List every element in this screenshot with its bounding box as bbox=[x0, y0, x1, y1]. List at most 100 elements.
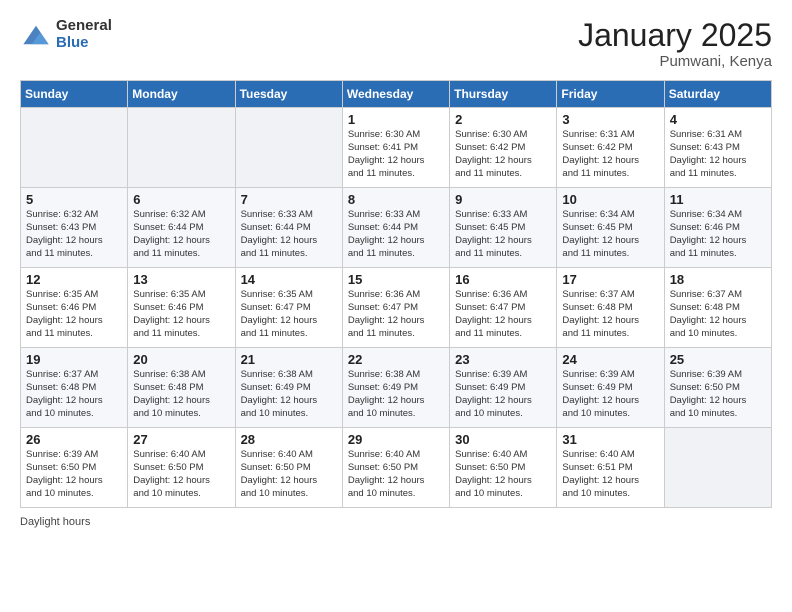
calendar-cell: 29Sunrise: 6:40 AM Sunset: 6:50 PM Dayli… bbox=[342, 428, 449, 508]
day-info: Sunrise: 6:38 AM Sunset: 6:48 PM Dayligh… bbox=[133, 369, 229, 420]
day-info: Sunrise: 6:34 AM Sunset: 6:46 PM Dayligh… bbox=[670, 209, 766, 260]
calendar-cell: 11Sunrise: 6:34 AM Sunset: 6:46 PM Dayli… bbox=[664, 188, 771, 268]
calendar-cell: 4 Sunrise: 6:31 AM Sunset: 6:43 PM Daylig… bbox=[664, 108, 771, 188]
day-info: Sunrise: 6:39 AM Sunset: 6:50 PM Dayligh… bbox=[26, 449, 122, 500]
weekday-header-friday: Friday bbox=[557, 81, 664, 108]
day-info: Sunrise: 6:38 AM Sunset: 6:49 PM Dayligh… bbox=[348, 369, 444, 420]
day-number: 27 bbox=[133, 432, 229, 447]
calendar-cell: 7 Sunrise: 6:33 AM Sunset: 6:44 PM Daylig… bbox=[235, 188, 342, 268]
day-number: 4 bbox=[670, 112, 766, 127]
calendar-cell bbox=[664, 428, 771, 508]
calendar-cell: 30 Sunrise: 6:40 AM Sunset: 6:50 PM Dayli… bbox=[450, 428, 557, 508]
logo-blue-text: Blue bbox=[56, 35, 112, 52]
calendar-week-row: 19Sunrise: 6:37 AM Sunset: 6:48 PM Dayli… bbox=[21, 348, 772, 428]
day-number: 15 bbox=[348, 272, 444, 287]
page: General Blue January 2025 Pumwani, Kenya… bbox=[0, 0, 792, 612]
calendar-cell: 1 Sunrise: 6:30 AM Sunset: 6:41 PM Daylig… bbox=[342, 108, 449, 188]
calendar-cell: 15Sunrise: 6:36 AM Sunset: 6:47 PM Dayli… bbox=[342, 268, 449, 348]
day-number: 23 bbox=[455, 352, 551, 367]
logo-general-text: General bbox=[56, 18, 112, 35]
day-number: 22 bbox=[348, 352, 444, 367]
day-info: Sunrise: 6:38 AM Sunset: 6:49 PM Dayligh… bbox=[241, 369, 337, 420]
calendar-cell: 9 Sunrise: 6:33 AM Sunset: 6:45 PM Daylig… bbox=[450, 188, 557, 268]
month-title: January 2025 bbox=[578, 18, 772, 53]
weekday-header-wednesday: Wednesday bbox=[342, 81, 449, 108]
calendar-week-row: 5 Sunrise: 6:32 AM Sunset: 6:43 PM Daylig… bbox=[21, 188, 772, 268]
day-info: Sunrise: 6:40 AM Sunset: 6:50 PM Dayligh… bbox=[241, 449, 337, 500]
day-number: 16 bbox=[455, 272, 551, 287]
day-number: 14 bbox=[241, 272, 337, 287]
header: General Blue January 2025 Pumwani, Kenya bbox=[20, 18, 772, 70]
day-number: 30 bbox=[455, 432, 551, 447]
calendar-cell: 13 Sunrise: 6:35 AM Sunset: 6:46 PM Dayli… bbox=[128, 268, 235, 348]
weekday-header-sunday: Sunday bbox=[21, 81, 128, 108]
calendar-week-row: 12 Sunrise: 6:35 AM Sunset: 6:46 PM Dayli… bbox=[21, 268, 772, 348]
weekday-header-saturday: Saturday bbox=[664, 81, 771, 108]
day-info: Sunrise: 6:35 AM Sunset: 6:47 PM Dayligh… bbox=[241, 289, 337, 340]
day-info: Sunrise: 6:37 AM Sunset: 6:48 PM Dayligh… bbox=[562, 289, 658, 340]
day-number: 2 bbox=[455, 112, 551, 127]
calendar-cell: 20 Sunrise: 6:38 AM Sunset: 6:48 PM Dayli… bbox=[128, 348, 235, 428]
daylight-label: Daylight hours bbox=[20, 516, 90, 528]
calendar-cell: 25Sunrise: 6:39 AM Sunset: 6:50 PM Dayli… bbox=[664, 348, 771, 428]
calendar-week-row: 1 Sunrise: 6:30 AM Sunset: 6:41 PM Daylig… bbox=[21, 108, 772, 188]
day-info: Sunrise: 6:39 AM Sunset: 6:49 PM Dayligh… bbox=[455, 369, 551, 420]
day-info: Sunrise: 6:32 AM Sunset: 6:43 PM Dayligh… bbox=[26, 209, 122, 260]
day-info: Sunrise: 6:30 AM Sunset: 6:42 PM Dayligh… bbox=[455, 129, 551, 180]
logo-text: General Blue bbox=[56, 18, 112, 51]
calendar-cell: 16 Sunrise: 6:36 AM Sunset: 6:47 PM Dayli… bbox=[450, 268, 557, 348]
day-number: 26 bbox=[26, 432, 122, 447]
footer: Daylight hours bbox=[20, 516, 772, 528]
calendar-week-row: 26 Sunrise: 6:39 AM Sunset: 6:50 PM Dayli… bbox=[21, 428, 772, 508]
day-number: 6 bbox=[133, 192, 229, 207]
day-info: Sunrise: 6:32 AM Sunset: 6:44 PM Dayligh… bbox=[133, 209, 229, 260]
calendar-cell: 5 Sunrise: 6:32 AM Sunset: 6:43 PM Daylig… bbox=[21, 188, 128, 268]
title-block: January 2025 Pumwani, Kenya bbox=[578, 18, 772, 70]
day-number: 1 bbox=[348, 112, 444, 127]
calendar-cell bbox=[21, 108, 128, 188]
day-number: 7 bbox=[241, 192, 337, 207]
weekday-header-monday: Monday bbox=[128, 81, 235, 108]
calendar-cell: 28 Sunrise: 6:40 AM Sunset: 6:50 PM Dayli… bbox=[235, 428, 342, 508]
calendar-cell: 27 Sunrise: 6:40 AM Sunset: 6:50 PM Dayli… bbox=[128, 428, 235, 508]
location-title: Pumwani, Kenya bbox=[578, 53, 772, 70]
day-number: 20 bbox=[133, 352, 229, 367]
day-info: Sunrise: 6:36 AM Sunset: 6:47 PM Dayligh… bbox=[455, 289, 551, 340]
day-number: 9 bbox=[455, 192, 551, 207]
day-number: 10 bbox=[562, 192, 658, 207]
day-number: 24 bbox=[562, 352, 658, 367]
day-info: Sunrise: 6:30 AM Sunset: 6:41 PM Dayligh… bbox=[348, 129, 444, 180]
calendar-cell: 8Sunrise: 6:33 AM Sunset: 6:44 PM Daylig… bbox=[342, 188, 449, 268]
day-info: Sunrise: 6:40 AM Sunset: 6:50 PM Dayligh… bbox=[455, 449, 551, 500]
calendar-cell: 12Sunrise: 6:35 AM Sunset: 6:46 PM Dayli… bbox=[21, 268, 128, 348]
weekday-header-tuesday: Tuesday bbox=[235, 81, 342, 108]
calendar-cell: 19Sunrise: 6:37 AM Sunset: 6:48 PM Dayli… bbox=[21, 348, 128, 428]
day-number: 8 bbox=[348, 192, 444, 207]
calendar-cell: 14 Sunrise: 6:35 AM Sunset: 6:47 PM Dayli… bbox=[235, 268, 342, 348]
calendar-cell: 3Sunrise: 6:31 AM Sunset: 6:42 PM Daylig… bbox=[557, 108, 664, 188]
calendar-cell: 2 Sunrise: 6:30 AM Sunset: 6:42 PM Daylig… bbox=[450, 108, 557, 188]
calendar-cell: 10Sunrise: 6:34 AM Sunset: 6:45 PM Dayli… bbox=[557, 188, 664, 268]
day-info: Sunrise: 6:40 AM Sunset: 6:50 PM Dayligh… bbox=[348, 449, 444, 500]
day-info: Sunrise: 6:35 AM Sunset: 6:46 PM Dayligh… bbox=[133, 289, 229, 340]
day-info: Sunrise: 6:31 AM Sunset: 6:42 PM Dayligh… bbox=[562, 129, 658, 180]
logo-icon bbox=[20, 19, 52, 51]
day-info: Sunrise: 6:33 AM Sunset: 6:44 PM Dayligh… bbox=[241, 209, 337, 260]
calendar-cell: 31Sunrise: 6:40 AM Sunset: 6:51 PM Dayli… bbox=[557, 428, 664, 508]
calendar-cell: 17Sunrise: 6:37 AM Sunset: 6:48 PM Dayli… bbox=[557, 268, 664, 348]
day-number: 12 bbox=[26, 272, 122, 287]
calendar-cell: 24 Sunrise: 6:39 AM Sunset: 6:49 PM Dayli… bbox=[557, 348, 664, 428]
day-info: Sunrise: 6:40 AM Sunset: 6:50 PM Dayligh… bbox=[133, 449, 229, 500]
day-info: Sunrise: 6:31 AM Sunset: 6:43 PM Dayligh… bbox=[670, 129, 766, 180]
calendar-table: SundayMondayTuesdayWednesdayThursdayFrid… bbox=[20, 80, 772, 508]
day-info: Sunrise: 6:39 AM Sunset: 6:49 PM Dayligh… bbox=[562, 369, 658, 420]
day-number: 28 bbox=[241, 432, 337, 447]
day-info: Sunrise: 6:33 AM Sunset: 6:45 PM Dayligh… bbox=[455, 209, 551, 260]
calendar-cell bbox=[235, 108, 342, 188]
day-number: 21 bbox=[241, 352, 337, 367]
day-info: Sunrise: 6:40 AM Sunset: 6:51 PM Dayligh… bbox=[562, 449, 658, 500]
day-number: 13 bbox=[133, 272, 229, 287]
day-number: 5 bbox=[26, 192, 122, 207]
day-number: 25 bbox=[670, 352, 766, 367]
calendar-cell: 18Sunrise: 6:37 AM Sunset: 6:48 PM Dayli… bbox=[664, 268, 771, 348]
